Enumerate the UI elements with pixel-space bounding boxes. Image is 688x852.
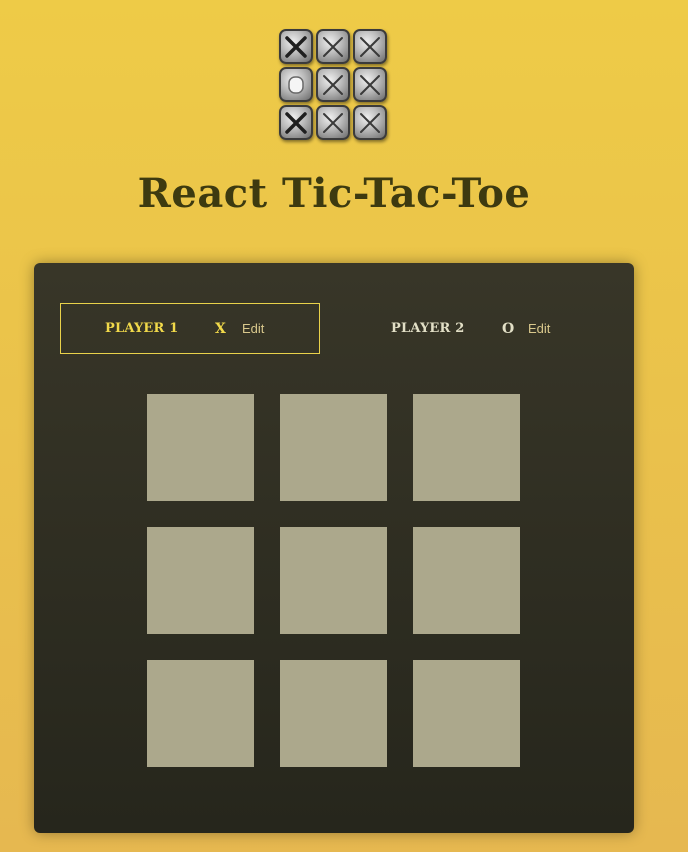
player-1-symbol: X [215,320,226,337]
board-cell-2[interactable] [280,394,387,501]
player-2-edit-button[interactable]: Edit [528,321,550,336]
player-2-symbol: O [502,320,515,337]
player-1-card: Player 1 X Edit [60,303,320,354]
game-container: Player 1 X Edit Player 2 O Edit [34,263,634,833]
player-2-card: Player 2 O Edit [346,303,606,354]
board-cell-8[interactable] [280,660,387,767]
tic-tac-toe-logo [279,29,389,143]
player-1-name: Player 1 [105,321,179,336]
player-2-name: Player 2 [391,321,465,336]
board-cell-7[interactable] [147,660,254,767]
logo-tile-x-icon [316,67,350,102]
board-cell-3[interactable] [413,394,520,501]
board-cell-4[interactable] [147,527,254,634]
logo-tile-x-icon [316,105,350,140]
logo-tile-x-icon [279,105,313,140]
logo-tile-x-icon [353,29,387,64]
board-cell-5[interactable] [280,527,387,634]
logo-tile-x-icon [279,29,313,64]
logo-tile-x-icon [353,67,387,102]
logo-tile-x-icon [353,105,387,140]
board-cell-9[interactable] [413,660,520,767]
player-1-edit-button[interactable]: Edit [242,321,264,336]
game-board [147,394,520,767]
logo-tile-o-icon [279,67,313,102]
board-cell-1[interactable] [147,394,254,501]
logo-tile-x-icon [316,29,350,64]
page-title: React Tic-Tac-Toe [137,170,531,217]
board-cell-6[interactable] [413,527,520,634]
